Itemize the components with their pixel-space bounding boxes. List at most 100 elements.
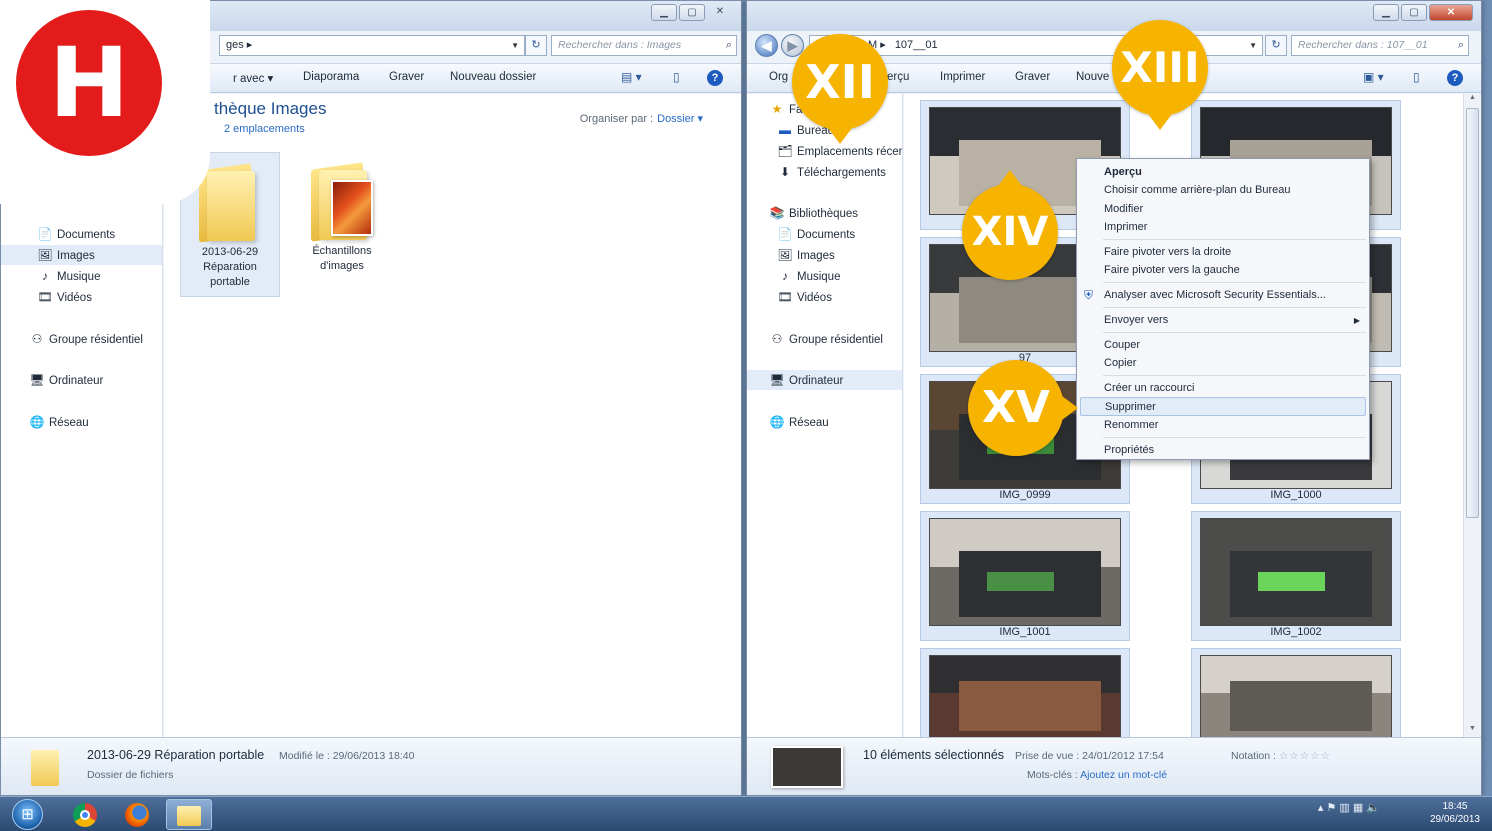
menu-item-delete[interactable]: Supprimer [1080,397,1366,416]
menu-item-preview[interactable]: Aperçu [1080,163,1366,182]
photo-item[interactable]: IMG_1002 [1191,511,1401,641]
menu-item-rotate-right[interactable]: Faire pivoter vers la droite [1080,243,1366,262]
scrollbar-thumb[interactable] [1466,108,1479,518]
nav-item-documents[interactable]: 📄 Documents [747,224,902,244]
nav-item-homegroup[interactable]: ⚇ Groupe résidentiel [1,329,162,349]
menu-item-set-desktop-background[interactable]: Choisir comme arrière-plan du Bureau [1080,181,1366,200]
folder-icon [31,746,65,786]
minimize-button[interactable]: ▁ [651,4,677,21]
titlebar[interactable]: ▁ ▢ ✕ [747,1,1481,31]
menu-item-print[interactable]: Imprimer [1080,218,1366,237]
menu-item-send-to[interactable]: Envoyer vers ▶ [1080,311,1366,330]
rating-stars[interactable]: ☆☆☆☆☆ [1279,750,1331,762]
print-button[interactable]: Imprimer [940,71,985,83]
help-icon[interactable]: ? [707,70,723,86]
preview-pane-icon[interactable]: ▯ [1413,70,1420,84]
library-title: thèque Images [214,99,327,118]
menu-separator [1103,239,1366,240]
search-input[interactable]: Rechercher dans : Images ⌕ [551,35,737,56]
burn-button[interactable]: Graver [389,71,424,83]
chevron-down-icon[interactable]: ▼ [1249,36,1257,55]
slideshow-button[interactable]: Diaporama [303,71,359,83]
close-button[interactable]: ✕ [707,4,733,21]
vertical-scrollbar[interactable]: ▲ ▼ [1463,94,1481,737]
chevron-down-icon[interactable]: ▼ [511,36,519,55]
view-options-icon[interactable]: ▣ ▾ [1363,70,1384,84]
scroll-up-icon[interactable]: ▲ [1464,94,1481,106]
share-with-button[interactable]: r avec ▾ [233,71,273,85]
nav-item-images[interactable]: 🖼 Images [747,245,902,265]
menu-item-copy[interactable]: Copier [1080,354,1366,373]
view-options-icon[interactable]: ▤ ▾ [621,70,642,84]
picture-folder-icon [311,160,373,242]
nav-item-music[interactable]: ♪ Musique [1,266,162,286]
details-pane: 2013-06-29 Réparation portable Modifié l… [1,737,741,795]
folder-item[interactable]: Échantillons d'images [292,152,392,297]
details-name: 2013-06-29 Réparation portable [87,748,265,762]
new-folder-button[interactable]: Nouve [1076,71,1109,83]
explorer-icon[interactable] [166,799,212,830]
help-icon[interactable]: ? [1447,70,1463,86]
burn-button[interactable]: Graver [1015,71,1050,83]
firefox-icon[interactable] [114,799,160,830]
nav-item-videos[interactable]: 🎞 Vidéos [747,287,902,307]
minimize-button[interactable]: ▁ [1373,4,1399,21]
music-icon: ♪ [782,269,788,283]
back-button[interactable]: ◀ [755,34,778,57]
arrange-by-dropdown[interactable]: Dossier ▾ [657,113,703,125]
menu-item-rotate-left[interactable]: Faire pivoter vers la gauche [1080,261,1366,280]
nav-item-homegroup[interactable]: ⚇ Groupe résidentiel [747,329,902,349]
photo-thumbnail [929,518,1121,626]
nav-item-libraries[interactable]: 📚 Bibliothèques [747,203,902,223]
keywords: Mots-clés : Ajoutez un mot-clé [1027,769,1168,781]
images-icon: 🖼 [37,248,53,262]
nav-item-videos[interactable]: 🎞 Vidéos [1,287,162,307]
details-type: Dossier de fichiers [87,769,174,781]
search-icon[interactable]: ⌕ [726,36,732,55]
search-icon[interactable]: ⌕ [1458,36,1464,55]
menu-item-properties[interactable]: Propriétés [1080,441,1366,460]
clock[interactable]: 18:45 29/06/2013 [1430,800,1480,826]
new-folder-button[interactable]: Nouveau dossier [450,71,536,83]
menu-item-create-shortcut[interactable]: Créer un raccourci [1080,379,1366,398]
menu-item-scan-security-essentials[interactable]: ⛨ Analyser avec Microsoft Security Essen… [1080,286,1366,305]
system-tray-icons[interactable]: ▴ ⚑ ▥ ▦ 🔈 [1318,801,1380,814]
details-pane: 10 éléments sélectionnés Prise de vue : … [747,737,1481,795]
organize-button[interactable]: Org [769,71,788,83]
nav-item-documents[interactable]: 📄 Documents [1,224,162,244]
menu-item-cut[interactable]: Couper [1080,336,1366,355]
photo-item[interactable] [1191,648,1401,740]
nav-item-downloads[interactable]: ⬇ Téléchargements [747,162,902,182]
menu-item-rename[interactable]: Renommer [1080,416,1366,435]
nav-item-network[interactable]: 🌐 Réseau [747,412,902,432]
logo: H [16,10,162,156]
menu-item-edit[interactable]: Modifier [1080,200,1366,219]
nav-item-recent-places[interactable]: 🗂 Emplacements récen [747,141,902,161]
preview-button[interactable]: erçu [887,71,909,83]
nav-item-images[interactable]: 🖼 Images [1,245,162,265]
scroll-down-icon[interactable]: ▼ [1464,725,1481,737]
maximize-button[interactable]: ▢ [1401,4,1427,21]
menu-separator [1103,307,1366,308]
refresh-icon[interactable]: ↻ [1265,35,1287,56]
close-button[interactable]: ✕ [1429,4,1473,21]
nav-item-computer[interactable]: 🖥 Ordinateur [1,370,162,390]
nav-item-network[interactable]: 🌐 Réseau [1,412,162,432]
start-orb-icon[interactable]: ⊞ [12,799,43,830]
address-bar[interactable]: ges ▸ ▼ [219,35,525,56]
photo-thumbnail [929,655,1121,739]
preview-pane-icon[interactable]: ▯ [673,70,680,84]
arrange-by: Organiser par : Dossier ▾ [579,113,703,125]
add-keyword-link[interactable]: Ajoutez un mot-clé [1080,769,1167,781]
annotation-marker-12: XII [792,34,888,144]
maximize-button[interactable]: ▢ [679,4,705,21]
photo-item[interactable] [920,648,1130,740]
refresh-icon[interactable]: ↻ [525,35,547,56]
nav-item-music[interactable]: ♪ Musique [747,266,902,286]
library-locations-link[interactable]: 2 emplacements [224,123,305,135]
photo-item[interactable]: IMG_1001 [920,511,1130,641]
search-input[interactable]: Rechercher dans : 107__01 ⌕ [1291,35,1469,56]
breadcrumb-folder[interactable]: 107__01 [895,39,938,51]
nav-item-computer[interactable]: 🖥 Ordinateur [747,370,902,390]
chrome-icon[interactable] [62,799,108,830]
